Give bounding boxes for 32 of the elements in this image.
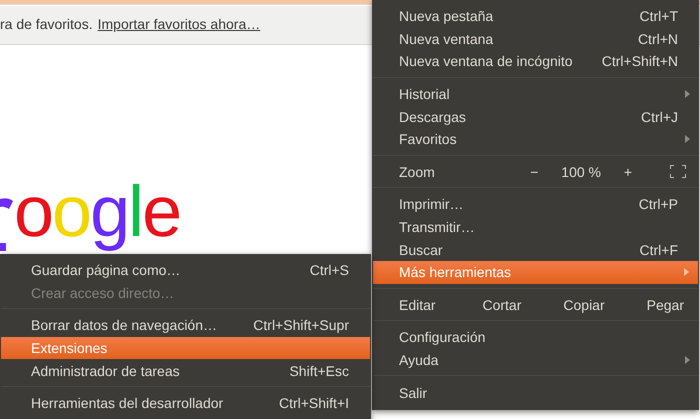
submenu-arrow-icon — [685, 135, 690, 144]
menu-item[interactable]: Buscar Ctrl+F — [372, 238, 699, 261]
import-bookmarks-link[interactable]: Importar favoritos ahora… — [98, 16, 260, 32]
submenu-arrow-icon — [685, 90, 690, 98]
copy-button[interactable]: Copiar — [563, 296, 605, 313]
zoom-value: 100 % — [561, 164, 601, 180]
google-logo: oogle — [14, 171, 180, 254]
menu-item[interactable]: Descargas Ctrl+J — [372, 105, 699, 128]
zoom-label: Zoom — [399, 164, 436, 180]
menu-item[interactable]: Administrador de tareas Shift+Esc — [0, 359, 371, 382]
menu-item[interactable]: Nueva ventana Ctrl+N — [372, 28, 699, 50]
menu-item[interactable]: Imprimir… Ctrl+P — [372, 193, 699, 216]
menu-item[interactable]: Herramientas del desarrollador Ctrl+Shift+I — [0, 392, 371, 415]
zoom-out-button[interactable]: − — [519, 164, 550, 180]
edit-label: Editar — [399, 296, 437, 313]
menu-item[interactable]: Salir — [372, 381, 699, 404]
menu-item[interactable]: Transmitir… — [372, 216, 699, 238]
menu-item[interactable]: Nueva ventana de incógnito Ctrl+Shift+N — [372, 50, 699, 73]
menu-item[interactable]: Ayuda — [372, 348, 699, 372]
menu-item[interactable]: Nueva pestaña Ctrl+T — [372, 5, 699, 28]
bookmark-bar-text: ra de favoritos. — [0, 16, 93, 32]
cut-button[interactable]: Cortar — [482, 296, 522, 313]
menu-item[interactable]: Favoritos — [372, 128, 699, 151]
fullscreen-icon[interactable] — [670, 165, 686, 178]
menu-item[interactable]: Borrar datos de navegación… Ctrl+Shift+Supr — [0, 314, 371, 337]
menu-item[interactable]: Configuración — [372, 326, 699, 349]
menu-item[interactable]: Guardar página como… Ctrl+S — [0, 259, 371, 282]
zoom-in-button[interactable]: + — [613, 164, 643, 180]
submenu-arrow-icon — [685, 356, 690, 364]
menu-item[interactable]: Historial — [372, 82, 699, 106]
paste-button[interactable]: Pegar — [646, 296, 684, 313]
submenu-arrow-icon — [684, 268, 689, 276]
